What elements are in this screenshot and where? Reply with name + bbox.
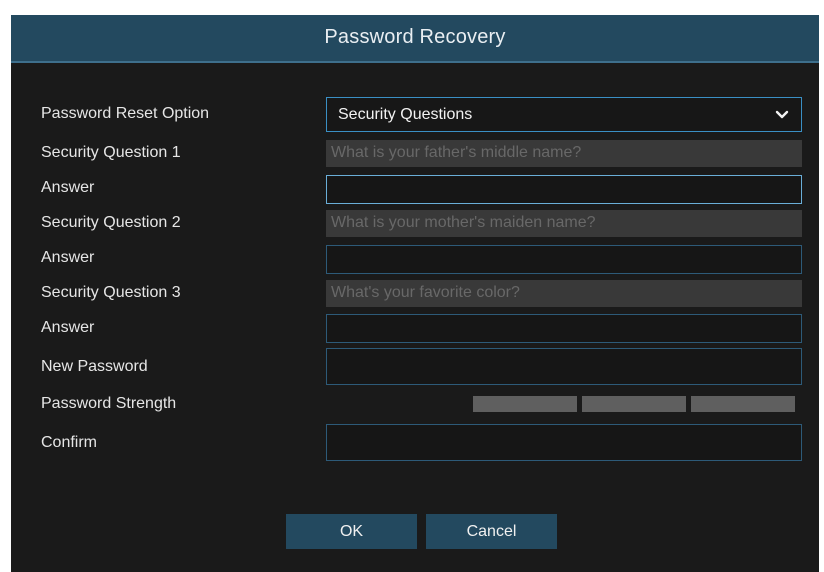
security-question-3-field[interactable]: What's your favorite color? xyxy=(326,280,802,307)
answer-3-input[interactable] xyxy=(326,314,802,343)
reset-option-label: Password Reset Option xyxy=(41,105,210,122)
password-strength-label: Password Strength xyxy=(41,395,177,412)
reset-option-value: Security Questions xyxy=(338,106,473,123)
ok-button[interactable]: OK xyxy=(286,514,417,549)
answer-2-label: Answer xyxy=(41,249,95,266)
dialog-title: Password Recovery xyxy=(324,26,506,48)
answer-2-input[interactable] xyxy=(326,245,802,274)
reset-option-select[interactable]: Security Questions xyxy=(326,97,802,132)
security-question-1-value: What is your father's middle name? xyxy=(331,144,582,161)
security-question-2-label: Security Question 2 xyxy=(41,214,181,231)
new-password-label: New Password xyxy=(41,358,148,375)
chevron-down-icon xyxy=(775,110,789,119)
strength-segment-2 xyxy=(582,396,686,412)
security-question-2-field[interactable]: What is your mother's maiden name? xyxy=(326,210,802,237)
strength-segment-3 xyxy=(691,396,795,412)
confirm-label: Confirm xyxy=(41,434,98,451)
dialog-titlebar: Password Recovery xyxy=(11,15,819,63)
answer-1-label: Answer xyxy=(41,179,95,196)
answer-3-label: Answer xyxy=(41,319,95,336)
confirm-password-input[interactable] xyxy=(326,424,802,461)
security-question-1-label: Security Question 1 xyxy=(41,144,181,161)
answer-1-input[interactable] xyxy=(326,175,802,204)
security-question-3-value: What's your favorite color? xyxy=(331,284,520,301)
new-password-input[interactable] xyxy=(326,348,802,385)
password-recovery-dialog: Password Recovery Password Reset Option … xyxy=(11,15,819,572)
security-question-2-value: What is your mother's maiden name? xyxy=(331,214,596,231)
cancel-button[interactable]: Cancel xyxy=(426,514,557,549)
strength-segment-1 xyxy=(473,396,577,412)
security-question-1-field[interactable]: What is your father's middle name? xyxy=(326,140,802,167)
security-question-3-label: Security Question 3 xyxy=(41,284,181,301)
